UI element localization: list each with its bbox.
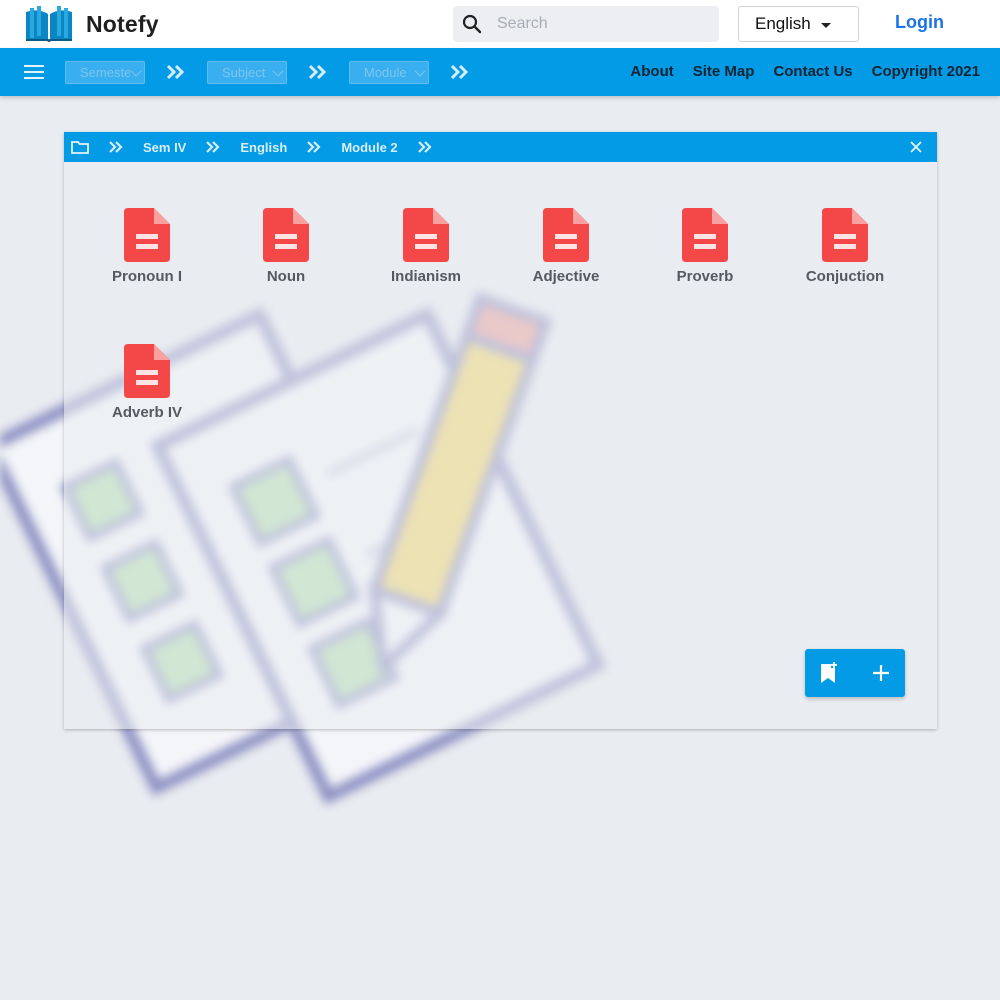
file-item[interactable]: Noun bbox=[216, 208, 356, 285]
nav-link-contact-us[interactable]: Contact Us bbox=[773, 63, 852, 80]
double-chevron-right-icon bbox=[109, 141, 123, 153]
document-icon bbox=[124, 344, 170, 398]
search-box[interactable] bbox=[453, 6, 719, 42]
document-icon bbox=[543, 208, 589, 262]
double-chevron-right-icon bbox=[206, 141, 220, 153]
file-name: Indianism bbox=[390, 268, 461, 285]
chevron-down-icon bbox=[272, 65, 284, 77]
menu-icon[interactable] bbox=[24, 65, 44, 79]
file-item[interactable]: Adverb IV bbox=[77, 344, 217, 421]
semester-select[interactable]: Semester bbox=[65, 61, 145, 84]
bookmark-add-icon[interactable] bbox=[819, 662, 839, 684]
brand[interactable]: Notefy bbox=[24, 6, 159, 42]
nav-link-about[interactable]: About bbox=[630, 63, 673, 80]
file-name: Conjuction bbox=[805, 268, 885, 285]
file-name: Noun bbox=[266, 268, 306, 285]
action-buttons bbox=[805, 649, 905, 697]
folder-icon[interactable] bbox=[71, 140, 89, 154]
double-chevron-right-icon bbox=[417, 141, 432, 153]
plus-icon[interactable] bbox=[871, 663, 891, 683]
document-icon bbox=[124, 208, 170, 262]
file-browser-window: Sem IV English Module 2 Pronoun I Noun I… bbox=[64, 132, 937, 729]
app-name: Notefy bbox=[86, 10, 159, 37]
search-input[interactable] bbox=[497, 15, 697, 33]
login-link[interactable]: Login bbox=[895, 12, 944, 33]
search-icon[interactable] bbox=[461, 13, 483, 35]
file-name: Adverb IV bbox=[111, 404, 183, 421]
module-select[interactable]: Module bbox=[349, 61, 429, 84]
breadcrumb-module[interactable]: Module 2 bbox=[341, 140, 397, 155]
document-icon bbox=[263, 208, 309, 262]
double-chevron-right-icon bbox=[166, 64, 185, 80]
breadcrumb-semester[interactable]: Sem IV bbox=[143, 140, 186, 155]
close-icon[interactable] bbox=[909, 140, 923, 154]
nav-links: About Site Map Contact Us Copyright 2021 bbox=[611, 63, 980, 80]
breadcrumb-subject[interactable]: English bbox=[240, 140, 287, 155]
chevron-down-icon bbox=[130, 65, 142, 77]
file-item[interactable]: Proverb bbox=[635, 208, 775, 285]
double-chevron-right-icon bbox=[308, 64, 327, 80]
document-icon bbox=[682, 208, 728, 262]
module-select-value: Module bbox=[364, 65, 407, 80]
semester-select-value: Semester bbox=[80, 65, 130, 80]
document-icon bbox=[822, 208, 868, 262]
top-header: Notefy English Login bbox=[0, 0, 1000, 48]
file-name: Adjective bbox=[532, 268, 600, 285]
file-item[interactable]: Indianism bbox=[356, 208, 496, 285]
double-chevron-right-icon bbox=[450, 64, 469, 80]
nav-bar: Semester Subject Module About Site Map C… bbox=[0, 48, 1000, 96]
document-icon bbox=[403, 208, 449, 262]
subject-select[interactable]: Subject bbox=[207, 61, 287, 84]
file-name: Proverb bbox=[676, 268, 734, 285]
file-name: Pronoun I bbox=[112, 268, 182, 285]
language-select[interactable]: English bbox=[738, 6, 859, 42]
language-value: English bbox=[755, 14, 811, 33]
book-logo-icon bbox=[26, 6, 72, 42]
chevron-down-icon bbox=[414, 65, 426, 77]
nav-link-copyright[interactable]: Copyright 2021 bbox=[872, 63, 980, 80]
file-item[interactable]: Adjective bbox=[496, 208, 636, 285]
subject-select-value: Subject bbox=[222, 65, 266, 80]
file-item[interactable]: Conjuction bbox=[775, 208, 915, 285]
nav-link-site-map[interactable]: Site Map bbox=[693, 63, 755, 80]
double-chevron-right-icon bbox=[307, 141, 321, 153]
caret-down-icon bbox=[820, 22, 831, 28]
window-header: Sem IV English Module 2 bbox=[64, 132, 937, 162]
file-item[interactable]: Pronoun I bbox=[77, 208, 217, 285]
